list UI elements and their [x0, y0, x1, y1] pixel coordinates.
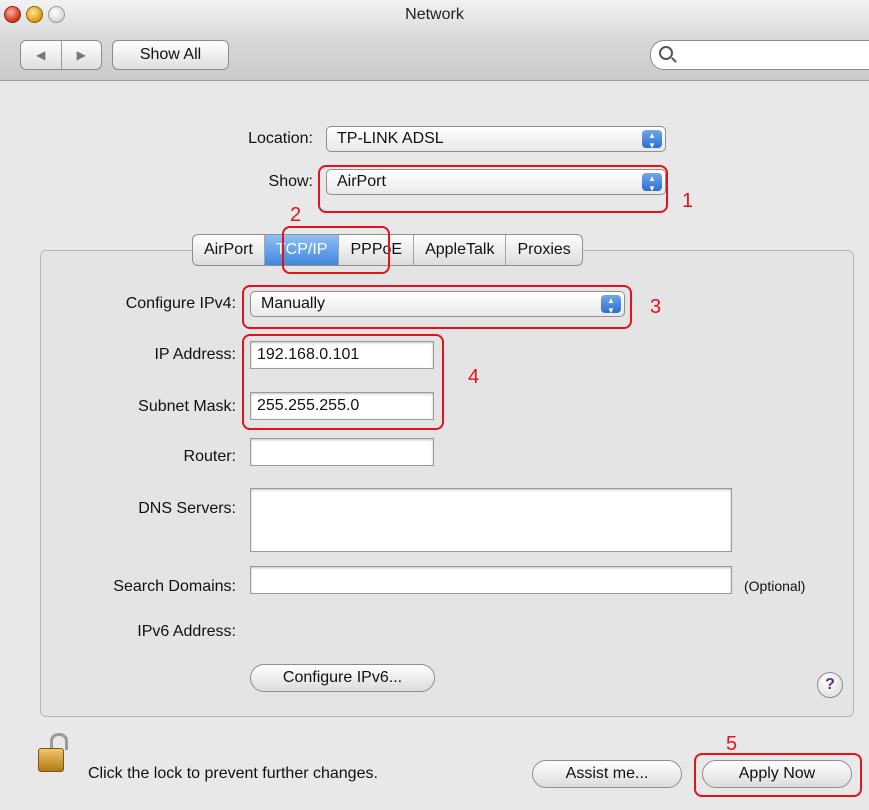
window-title: Network: [405, 6, 464, 23]
configure-ipv6-button[interactable]: Configure IPv6...: [250, 664, 435, 692]
subnet-mask-label: Subnet Mask:: [138, 398, 236, 415]
tab-airport[interactable]: AirPort: [193, 235, 264, 265]
annotation-box-5: [694, 753, 862, 797]
assist-me-button[interactable]: Assist me...: [532, 760, 682, 788]
search-field[interactable]: [650, 40, 869, 70]
search-domains-label: Search Domains:: [113, 578, 236, 595]
annotation-number-2: 2: [290, 204, 302, 226]
ip-address-label: IP Address:: [154, 346, 236, 363]
dns-servers-field[interactable]: [250, 488, 732, 552]
lock-body-icon: [38, 748, 64, 772]
tab-appletalk[interactable]: AppleTalk: [413, 235, 505, 265]
location-value: TP-LINK ADSL: [337, 130, 444, 147]
annotation-box-4: [242, 334, 444, 430]
help-button[interactable]: ?: [817, 672, 843, 698]
annotation-number-3: 3: [650, 296, 662, 318]
forward-arrow-icon: ▶: [76, 48, 86, 62]
search-domains-field[interactable]: [250, 566, 732, 594]
annotation-number-1: 1: [682, 190, 694, 212]
router-label: Router:: [183, 448, 236, 465]
configure-ipv4-label: Configure IPv4:: [125, 295, 236, 312]
lock-button[interactable]: [38, 733, 68, 773]
back-button[interactable]: ◀: [21, 41, 61, 69]
location-label: Location:: [248, 130, 313, 147]
back-arrow-icon: ◀: [36, 48, 46, 62]
annotation-box-2: [282, 226, 390, 274]
router-field[interactable]: [250, 438, 434, 466]
show-all-button[interactable]: Show All: [112, 40, 229, 70]
annotation-box-3: [242, 285, 632, 329]
dns-servers-label: DNS Servers:: [138, 500, 236, 517]
annotation-box-1: [318, 165, 668, 213]
tab-proxies[interactable]: Proxies: [505, 235, 581, 265]
forward-button[interactable]: ▶: [60, 41, 102, 69]
show-label: Show:: [268, 173, 313, 190]
title-bar: Network ◀ ▶ Show All: [0, 0, 869, 81]
search-domains-optional-note: (Optional): [744, 578, 806, 594]
popup-arrows-icon: [642, 124, 662, 158]
search-icon: [659, 46, 673, 60]
annotation-number-4: 4: [468, 366, 480, 388]
lock-message: Click the lock to prevent further change…: [88, 765, 378, 782]
back-forward-control: ◀ ▶: [20, 40, 102, 70]
location-popup[interactable]: TP-LINK ADSL: [326, 124, 666, 158]
ipv6-address-label: IPv6 Address:: [137, 623, 236, 640]
annotation-number-5: 5: [726, 733, 738, 755]
network-window: Network ◀ ▶ Show All Location: TP-LINK A…: [0, 0, 869, 810]
